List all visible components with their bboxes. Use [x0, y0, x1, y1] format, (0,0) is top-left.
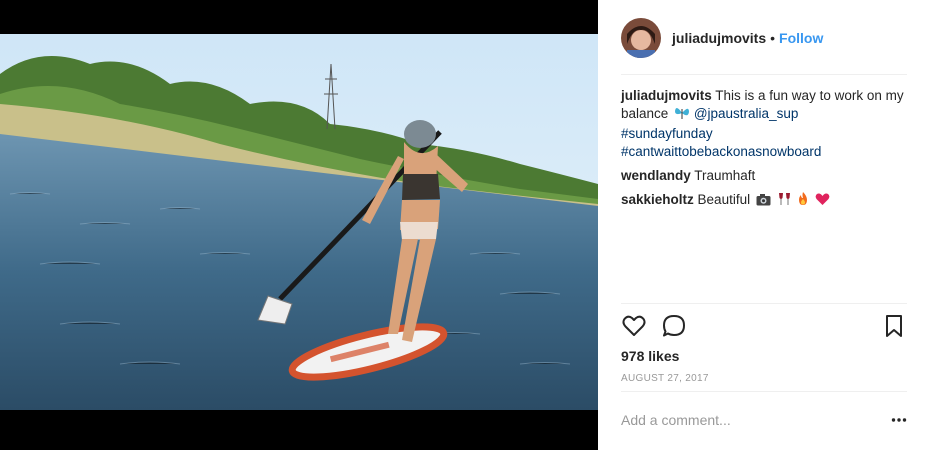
post-header: juliadujmovits • Follow [598, 0, 930, 75]
caption-username[interactable]: juliadujmovits [621, 88, 712, 103]
fire-emoji [797, 192, 809, 211]
comment-text: Traumhaft [694, 168, 756, 183]
comment-username[interactable]: sakkieholtz [621, 192, 694, 207]
butterfly-emoji [674, 106, 690, 125]
comments-list: juliadujmovits This is a fun way to work… [621, 87, 911, 217]
heart-outline-icon[interactable] [621, 313, 647, 339]
comment-text: Beautiful [697, 192, 751, 207]
hashtag-link[interactable]: #sundayfunday [621, 126, 713, 141]
bookmark-icon[interactable] [881, 313, 907, 339]
camera-flash-emoji [756, 193, 771, 211]
separator-dot: • [770, 29, 776, 46]
wine-emoji [777, 192, 792, 211]
caption: juliadujmovits This is a fun way to work… [621, 87, 911, 161]
post-date: AUGUST 27, 2017 [621, 373, 709, 384]
comment-username[interactable]: wendlandy [621, 168, 691, 183]
comment-bubble-icon[interactable] [661, 313, 687, 339]
likes-count[interactable]: 978 likes [621, 348, 679, 364]
add-comment-divider [621, 391, 907, 392]
action-bar [621, 313, 907, 341]
post-sidebar: juliadujmovits • Follow juliadujmovits T… [598, 0, 930, 450]
comment: wendlandy Traumhaft [621, 167, 911, 185]
header-divider [621, 74, 907, 75]
heart-emoji [815, 193, 830, 211]
avatar[interactable] [621, 17, 661, 58]
paddle-board-photo [0, 34, 598, 410]
post-media [0, 0, 598, 450]
author-username[interactable]: juliadujmovits [672, 30, 766, 46]
hashtag-link[interactable]: #cantwaittobebackonasnowboard [621, 144, 821, 159]
avatar-image [621, 17, 661, 58]
actions-divider [621, 303, 907, 304]
comment: sakkieholtz Beautiful [621, 191, 911, 211]
add-comment-input[interactable] [621, 410, 881, 430]
post-photo[interactable] [0, 34, 598, 410]
more-options-icon[interactable] [891, 413, 907, 427]
mention-link[interactable]: @jpaustralia_sup [694, 106, 799, 121]
follow-button[interactable]: Follow [779, 30, 823, 46]
